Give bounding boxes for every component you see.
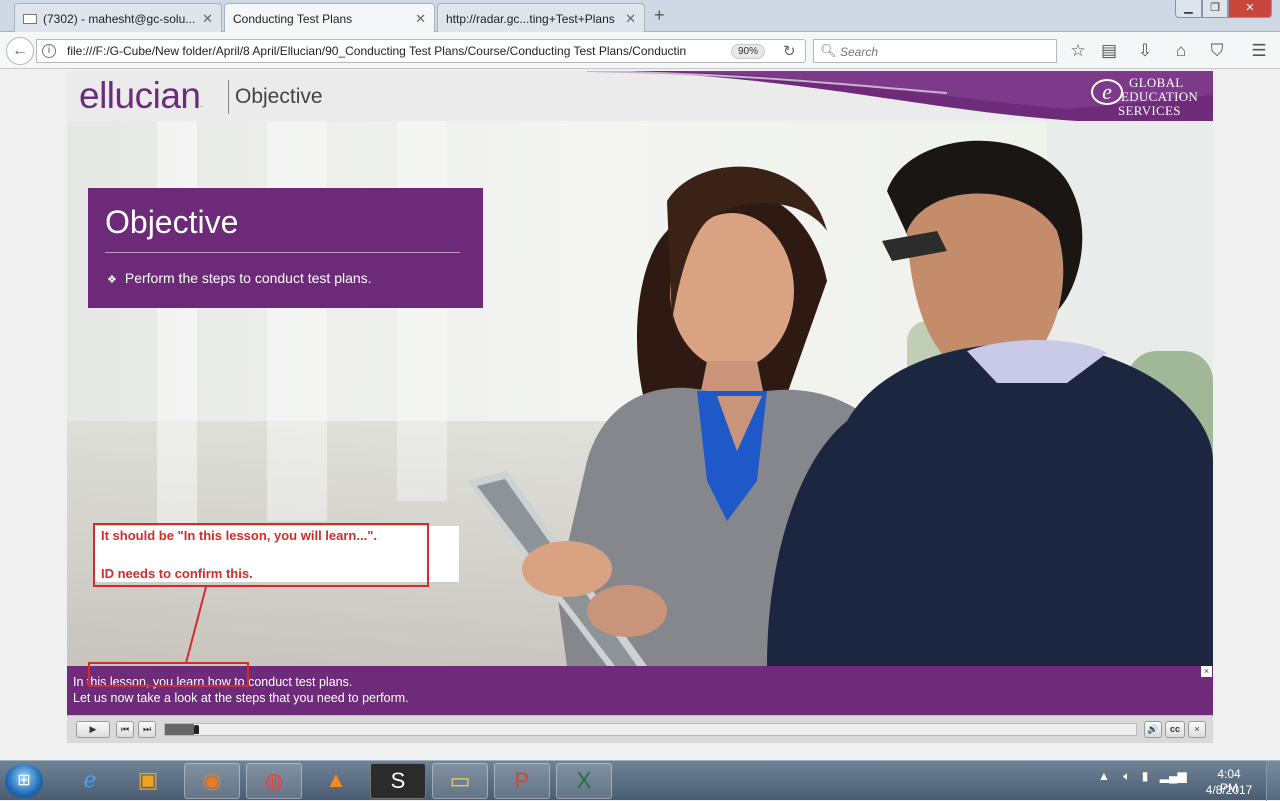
- pocket-icon[interactable]: ⛉: [1207, 41, 1227, 61]
- objective-panel: Objective ❖ Perform the steps to conduct …: [88, 188, 483, 308]
- mail-icon: [23, 14, 37, 24]
- tab-radar[interactable]: http://radar.gc...ting+Test+Plans ✕: [437, 3, 645, 32]
- close-player-button[interactable]: ×: [1188, 721, 1206, 738]
- window-close-button[interactable]: ✕: [1228, 0, 1272, 18]
- firefox-icon[interactable]: ◉: [184, 763, 240, 799]
- objective-heading: Objective: [105, 204, 239, 240]
- caption-close-icon[interactable]: ×: [1201, 666, 1212, 677]
- browser-tab-strip: (7302) - mahesht@gc-solu... ✕ Conducting…: [0, 0, 1280, 33]
- objective-divider: [105, 252, 460, 253]
- brand-name: ellucian: [79, 75, 201, 116]
- tab-label: (7302) - mahesht@gc-solu...: [43, 12, 196, 26]
- system-tray[interactable]: ▲ 🔈︎ ▮ ▂▄▆: [1098, 769, 1187, 784]
- info-icon[interactable]: i: [42, 44, 56, 58]
- back-button[interactable]: ←: [6, 37, 34, 65]
- vlc-icon[interactable]: ▲: [308, 763, 364, 799]
- internet-explorer-icon[interactable]: ℯ: [62, 763, 118, 799]
- progress-thumb[interactable]: [194, 725, 200, 734]
- reading-list-icon[interactable]: ▤: [1099, 41, 1119, 61]
- progress-fill: [165, 724, 195, 735]
- header-title: Objective: [235, 85, 323, 108]
- tab-label: Conducting Test Plans: [233, 12, 353, 26]
- tab-mail[interactable]: (7302) - mahesht@gc-solu... ✕: [14, 3, 222, 32]
- search-input[interactable]: [840, 43, 1050, 60]
- windows-taskbar: ⊞ ℯ ▣ ◉ ◍ ▲ S ▭ P X ▲ 🔈︎ ▮ ▂▄▆ 4:04 PM 4…: [0, 760, 1280, 801]
- close-icon[interactable]: ✕: [415, 11, 426, 27]
- chrome-icon[interactable]: ◍: [246, 763, 302, 799]
- objective-bullet-text: Perform the steps to conduct test plans.: [124, 270, 372, 286]
- network-icon[interactable]: ▮: [1142, 769, 1149, 783]
- close-icon[interactable]: ✕: [202, 11, 213, 27]
- file-explorer-icon[interactable]: ▭: [432, 763, 488, 799]
- annotation-highlight: [88, 662, 249, 687]
- show-desktop-button[interactable]: [1266, 761, 1280, 801]
- diamond-bullet-icon: ❖: [107, 274, 117, 286]
- course-header: ellucian. Objective e GLOBAL EDUCATION S…: [67, 71, 1213, 121]
- course-player: ellucian. Objective e GLOBAL EDUCATION S…: [67, 71, 1213, 743]
- volume-button[interactable]: 🔊: [1144, 721, 1162, 738]
- signal-icon[interactable]: ▂▄▆: [1160, 769, 1187, 783]
- sublime-icon[interactable]: S: [370, 763, 426, 799]
- start-button[interactable]: ⊞: [5, 764, 43, 798]
- address-bar[interactable]: i file:///F:/G-Cube/New folder/April/8 A…: [36, 39, 806, 63]
- excel-icon[interactable]: X: [556, 763, 612, 799]
- objective-bullet: ❖ Perform the steps to conduct test plans…: [107, 270, 372, 286]
- clock-date[interactable]: 4/8/2017: [1205, 783, 1253, 797]
- global-education-services-logo: e GLOBAL EDUCATION SERVICES: [1087, 74, 1211, 120]
- caption-line-2: Let us now take a look at the steps that…: [73, 691, 409, 705]
- new-tab-button[interactable]: +: [654, 5, 665, 26]
- powerpoint-icon[interactable]: P: [494, 763, 550, 799]
- closed-caption-button[interactable]: cc: [1165, 721, 1185, 738]
- tab-label: http://radar.gc...ting+Test+Plans: [446, 12, 615, 26]
- volume-icon: 🔊: [1147, 724, 1159, 734]
- ellucian-logo: ellucian.: [79, 75, 203, 117]
- ges-line-3: SERVICES: [1118, 103, 1181, 118]
- reload-icon[interactable]: ↻: [783, 42, 796, 60]
- maximize-button[interactable]: ❐: [1202, 0, 1228, 18]
- progress-bar[interactable]: [164, 723, 1137, 736]
- navigation-toolbar: ← i file:///F:/G-Cube/New folder/April/8…: [0, 32, 1280, 69]
- tab-conducting-test-plans[interactable]: Conducting Test Plans ✕: [224, 3, 435, 33]
- brand-mark: .: [200, 99, 203, 109]
- bookmark-star-icon[interactable]: ☆: [1068, 41, 1088, 61]
- search-icon: 🔍︎: [820, 43, 837, 58]
- close-icon[interactable]: ✕: [625, 11, 636, 27]
- ges-e-mark: e: [1091, 79, 1123, 105]
- url-text[interactable]: file:///F:/G-Cube/New folder/April/8 Apr…: [67, 44, 727, 58]
- menu-icon[interactable]: ☰: [1249, 41, 1269, 61]
- download-icon[interactable]: ⇩: [1135, 41, 1155, 61]
- minimize-button[interactable]: ▁: [1175, 0, 1202, 18]
- speaker-icon[interactable]: 🔈︎: [1123, 769, 1130, 783]
- media-player-icon[interactable]: ▣: [120, 763, 176, 799]
- search-box[interactable]: 🔍︎: [813, 39, 1057, 63]
- home-icon[interactable]: ⌂: [1171, 41, 1191, 61]
- tray-arrow-icon[interactable]: ▲: [1098, 769, 1110, 783]
- player-controls: ▶ ⏮ ⏭ 🔊 cc ×: [67, 715, 1213, 743]
- zoom-indicator[interactable]: 90%: [731, 44, 766, 59]
- next-button[interactable]: ⏭: [138, 721, 156, 738]
- play-button[interactable]: ▶: [76, 721, 110, 738]
- previous-button[interactable]: ⏮: [116, 721, 134, 738]
- annotation-line-1: It should be "In this lesson, you will l…: [101, 528, 377, 543]
- annotation-line-2: ID needs to confirm this.: [101, 566, 253, 581]
- header-divider: [228, 80, 229, 114]
